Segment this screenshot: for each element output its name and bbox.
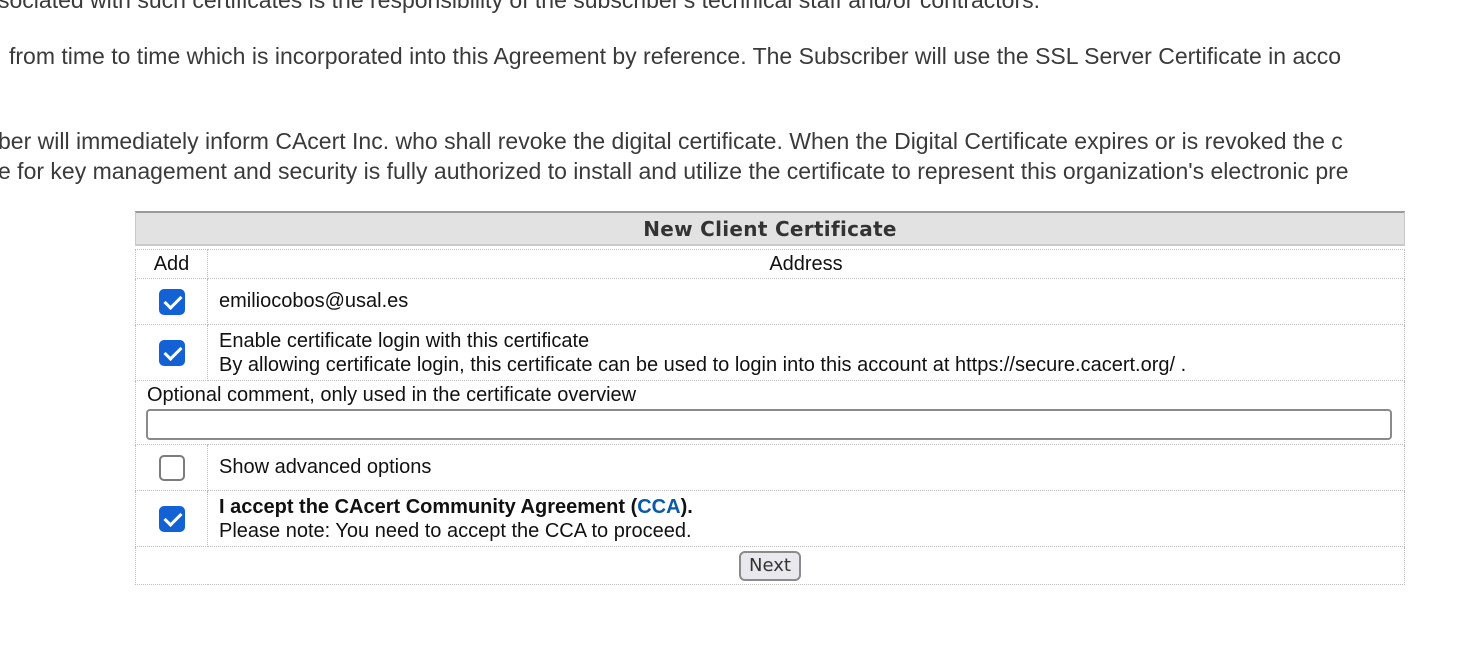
cca-label: I accept the CAcert Community Agreement … [219, 495, 693, 518]
login-row: Enable certificate login with this certi… [135, 324, 1405, 381]
cca-note: Please note: You need to accept the CCA … [219, 519, 692, 542]
next-button[interactable]: Next [739, 550, 801, 581]
comment-row: Optional comment, only used in the certi… [135, 380, 1405, 445]
agreement-paragraph-4: e for key management and security is ful… [0, 158, 1349, 184]
advanced-options-label: Show advanced options [207, 444, 1405, 491]
advanced-row: Show advanced options [135, 444, 1405, 491]
comment-input[interactable] [146, 409, 1392, 440]
email-checkbox[interactable] [158, 288, 185, 315]
submit-row: Next [135, 546, 1405, 585]
cca-checkbox[interactable] [158, 505, 185, 532]
column-header-add: Add [135, 249, 208, 279]
email-row: emiliocobos@usal.es [135, 278, 1405, 325]
advanced-options-checkbox[interactable] [158, 454, 185, 481]
agreement-paragraph-2: from time to time which is incorporated … [9, 43, 1342, 69]
email-address: emiliocobos@usal.es [207, 278, 1405, 325]
comment-label: Optional comment, only used in the certi… [147, 384, 637, 406]
agreement-paragraph-1: sociated with such certificates is the r… [0, 0, 1041, 13]
cca-row: I accept the CAcert Community Agreement … [135, 490, 1405, 547]
cert-login-label: Enable certificate login with this certi… [219, 329, 590, 352]
cca-link[interactable]: CCA [637, 496, 680, 518]
certificate-table: Add Address emiliocobos@usal.es Enable c… [135, 249, 1405, 585]
column-header-address: Address [207, 249, 1405, 279]
agreement-paragraph-3: ber will immediately inform CAcert Inc. … [0, 128, 1343, 154]
new-client-certificate-form: New Client Certificate Add Address emili… [135, 211, 1405, 585]
cert-login-checkbox[interactable] [158, 339, 185, 366]
form-title: New Client Certificate [135, 211, 1405, 246]
cert-login-note: By allowing certificate login, this cert… [219, 353, 1187, 376]
table-header-row: Add Address [135, 249, 1405, 279]
